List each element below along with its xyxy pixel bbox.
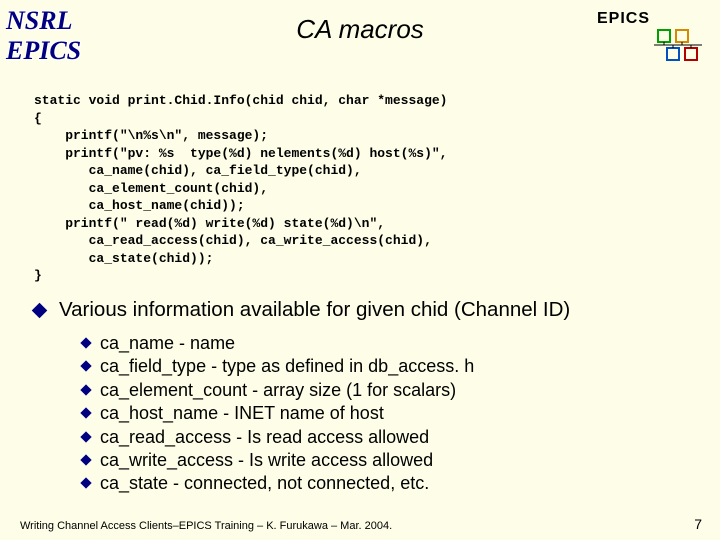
list-item: ca_name - name bbox=[82, 332, 474, 355]
list-item: ca_read_access - Is read access allowed bbox=[82, 426, 474, 449]
list-item-text: ca_state - connected, not connected, etc… bbox=[100, 472, 429, 495]
main-bullet: Various information available for given … bbox=[34, 298, 570, 322]
main-bullet-text: Various information available for given … bbox=[59, 298, 570, 322]
bullet-diamond-icon bbox=[80, 361, 91, 372]
list-item-text: ca_write_access - Is write access allowe… bbox=[100, 449, 433, 472]
bullet-diamond-icon bbox=[80, 431, 91, 442]
list-item: ca_field_type - type as defined in db_ac… bbox=[82, 355, 474, 378]
bullet-diamond-icon bbox=[80, 337, 91, 348]
list-item-text: ca_host_name - INET name of host bbox=[100, 402, 384, 425]
epics-text-label: EPICS bbox=[597, 10, 650, 28]
list-item-text: ca_name - name bbox=[100, 332, 235, 355]
code-block: static void print.Chid.Info(chid chid, c… bbox=[34, 92, 447, 285]
bullet-diamond-icon bbox=[80, 478, 91, 489]
bullet-diamond-icon bbox=[80, 408, 91, 419]
list-item: ca_write_access - Is write access allowe… bbox=[82, 449, 474, 472]
sub-bullet-list: ca_name - name ca_field_type - type as d… bbox=[82, 332, 474, 496]
list-item-text: ca_field_type - type as defined in db_ac… bbox=[100, 355, 474, 378]
bullet-diamond-icon bbox=[32, 303, 48, 319]
list-item-text: ca_read_access - Is read access allowed bbox=[100, 426, 429, 449]
list-item: ca_host_name - INET name of host bbox=[82, 402, 474, 425]
bullet-diamond-icon bbox=[80, 384, 91, 395]
epics-logo-icon bbox=[654, 28, 706, 68]
page-number: 7 bbox=[694, 516, 702, 532]
footer-text: Writing Channel Access Clients–EPICS Tra… bbox=[20, 520, 392, 532]
list-item: ca_state - connected, not connected, etc… bbox=[82, 472, 474, 495]
list-item: ca_element_count - array size (1 for sca… bbox=[82, 379, 474, 402]
list-item-text: ca_element_count - array size (1 for sca… bbox=[100, 379, 456, 402]
bullet-diamond-icon bbox=[80, 454, 91, 465]
